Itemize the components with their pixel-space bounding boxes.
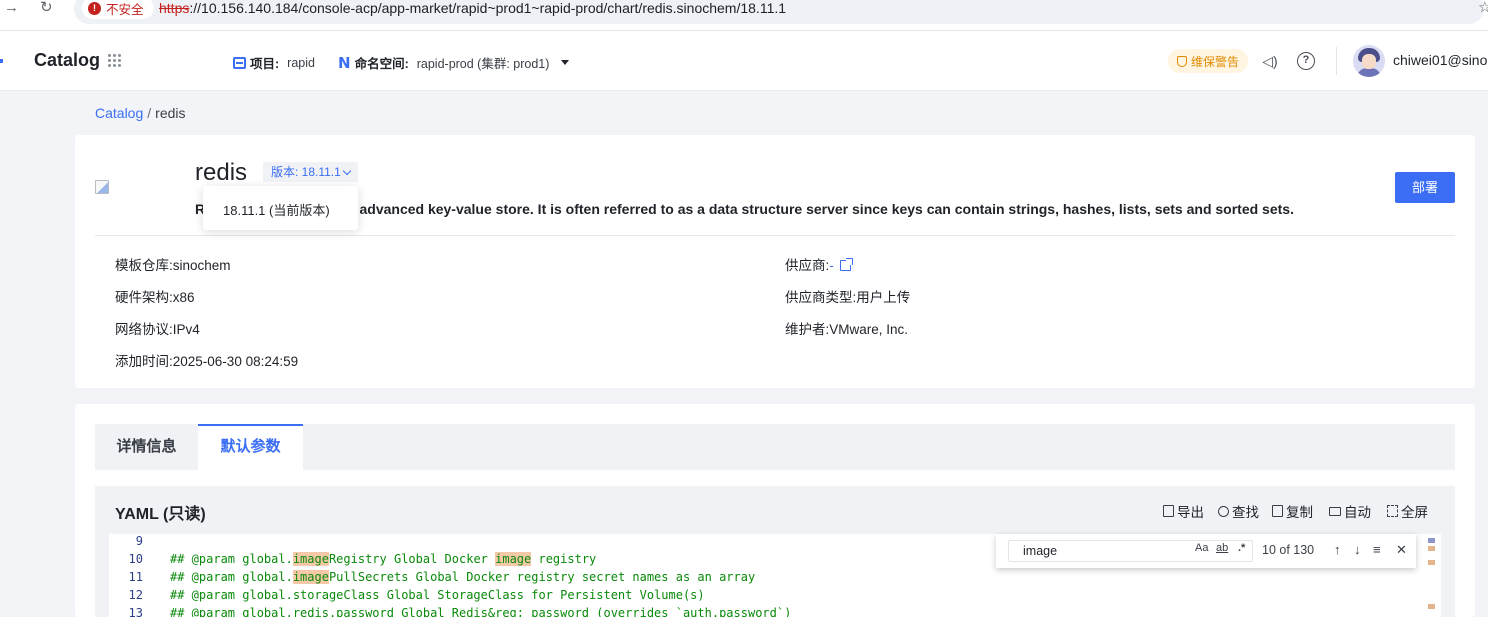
namespace-selector[interactable]: N 命名空间: rapid-prod (集群: prod1) (338, 53, 570, 72)
help-icon[interactable]: ? (1297, 52, 1315, 70)
fullscreen-icon (1387, 505, 1398, 517)
chevron-down-icon (342, 166, 352, 176)
warning-badge-label: 维保警告 (1191, 54, 1240, 69)
version-select[interactable]: 版本: 18.11.1 (263, 162, 358, 182)
app-switcher-icon[interactable] (108, 54, 122, 68)
deploy-button[interactable]: 部署 (1395, 172, 1455, 203)
description-text: ce, advanced key-value store. It is ofte… (336, 201, 1294, 217)
find-widget: image Aa ab .* 10 of 130 ↑ ↓ ≡ ✕ (996, 534, 1416, 568)
yaml-title: YAML (只读) (115, 506, 206, 523)
namespace-icon: N (338, 53, 351, 72)
tab-details[interactable]: 详情信息 (95, 424, 198, 470)
header-divider (1336, 47, 1337, 75)
detail-vendor-type: 供应商类型:用户上传 (785, 290, 911, 305)
project-value: rapid (287, 55, 315, 70)
url-text[interactable]: https://10.156.140.184/console-acp/app-m… (159, 0, 786, 16)
previous-match-icon[interactable]: ↑ (1334, 541, 1341, 559)
namespace-value: rapid-prod (集群: prod1) (416, 57, 550, 71)
version-dropdown: 18.11.1 (当前版本) (203, 186, 358, 230)
breadcrumb: Catalog / redis (95, 105, 186, 121)
card-divider (95, 235, 1455, 236)
yaml-editor[interactable]: 9 10 ## @param global.imageRegistry Globa… (95, 534, 1455, 617)
search-icon (1218, 505, 1229, 517)
forward-icon[interactable]: → (4, 0, 19, 16)
detail-vendor: 供应商:- (785, 254, 853, 274)
export-icon (1163, 505, 1174, 517)
url-scheme: https (159, 0, 190, 16)
scrollbar-match-markers[interactable] (1428, 534, 1435, 617)
vendor-link[interactable]: - (829, 258, 834, 273)
insecure-badge[interactable]: ! 不安全 (82, 0, 154, 19)
tab-bar: 详情信息 默认参数 (95, 424, 1455, 470)
caret-down-icon (561, 60, 570, 65)
monitor-icon (1329, 506, 1341, 516)
detail-network-protocol: 网络协议:IPv4 (115, 322, 200, 337)
detail-added-time: 添加时间:2025-06-30 08:24:59 (115, 354, 299, 369)
breadcrumb-catalog-link[interactable]: Catalog (95, 105, 143, 121)
warning-icon: ! (88, 1, 101, 15)
search-match: image (292, 570, 329, 584)
version-option[interactable]: 18.11.1 (当前版本) (223, 200, 330, 219)
chart-tabs-card: 详情信息 默认参数 YAML (只读) 导出 查找 复制 自动 全屏 9 10 #… (75, 404, 1475, 617)
next-match-icon[interactable]: ↓ (1354, 541, 1361, 559)
project-icon (233, 56, 246, 69)
yaml-toolbar: YAML (只读) 导出 查找 复制 自动 全屏 (95, 486, 1455, 534)
copy-icon (1272, 505, 1283, 517)
chart-name: redis (195, 159, 248, 186)
chart-info-card: redis 版本: 18.11.1 Rce, advanced key-valu… (75, 135, 1475, 388)
insecure-label: 不安全 (106, 2, 144, 17)
regex-toggle[interactable]: .* (1238, 542, 1245, 554)
maintenance-warning-badge[interactable]: 维保警告 (1168, 49, 1249, 73)
broken-image-icon (95, 180, 109, 194)
speaker-icon[interactable]: ◁) (1261, 52, 1279, 70)
external-link-icon[interactable] (839, 258, 853, 271)
autowrap-button[interactable]: 自动 (1329, 501, 1371, 521)
chart-description: Rce, advanced key-value store. It is oft… (195, 201, 1294, 217)
shield-icon (1177, 55, 1187, 67)
detail-architecture: 硬件架构:x86 (115, 290, 195, 305)
tab-default-values[interactable]: 默认参数 (198, 424, 303, 470)
breadcrumb-separator: / (147, 105, 152, 121)
app-header: Catalog 项目: rapid N 命名空间: rapid-prod (集群… (0, 31, 1488, 91)
project-label: 项目: (250, 57, 280, 71)
sidebar-edge (0, 59, 3, 63)
copy-button[interactable]: 复制 (1272, 501, 1313, 521)
bookmark-star-icon[interactable]: ☆ (1478, 0, 1488, 16)
browser-toolbar: → ↻ ! 不安全 https://10.156.140.184/console… (0, 0, 1488, 31)
whole-word-toggle[interactable]: ab (1216, 542, 1228, 554)
project-selector[interactable]: 项目: rapid (233, 53, 315, 72)
app-title[interactable]: Catalog (34, 50, 100, 71)
search-match: image (495, 552, 532, 566)
match-case-toggle[interactable]: Aa (1195, 542, 1208, 554)
search-match: image (292, 552, 329, 566)
username[interactable]: chiwei01@sino (1393, 52, 1487, 68)
url-path: ://10.156.140.184/console-acp/app-market… (189, 0, 787, 16)
find-button[interactable]: 查找 (1218, 501, 1259, 521)
detail-maintainer: 维护者:VMware, Inc. (785, 322, 909, 337)
avatar[interactable] (1353, 45, 1385, 77)
detail-template-repo: 模板仓库:sinochem (115, 258, 231, 273)
fullscreen-button[interactable]: 全屏 (1387, 501, 1428, 521)
breadcrumb-current: redis (155, 105, 186, 121)
namespace-label: 命名空间: (354, 57, 409, 71)
version-label: 版本: 18.11.1 (271, 165, 341, 179)
reload-icon[interactable]: ↻ (40, 0, 53, 16)
export-button[interactable]: 导出 (1163, 501, 1204, 521)
match-count: 10 of 130 (1262, 543, 1315, 557)
close-icon[interactable]: ✕ (1396, 541, 1407, 559)
find-in-selection-icon[interactable]: ≡ (1373, 541, 1381, 559)
